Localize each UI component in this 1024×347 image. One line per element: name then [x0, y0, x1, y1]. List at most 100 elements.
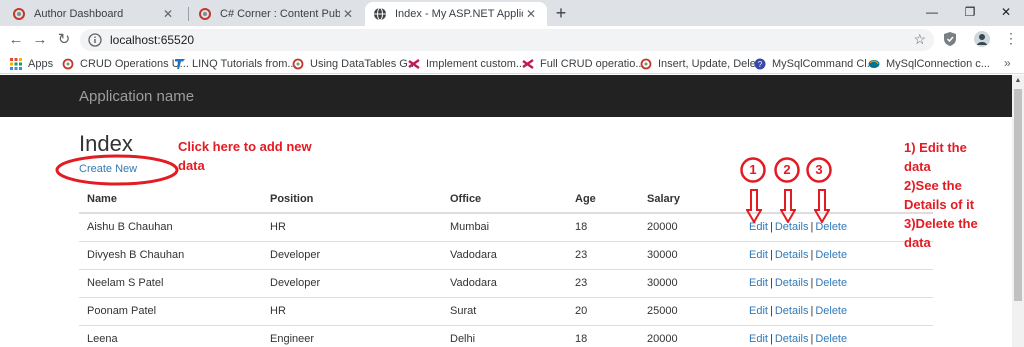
cell-office: Mumbai	[442, 212, 567, 241]
edit-link[interactable]: Edit	[749, 305, 768, 317]
table-row: Aishu B Chauhan HR Mumbai 18 20000 Edit |…	[79, 212, 933, 241]
create-new-highlight-ellipse	[55, 154, 179, 186]
column-header-salary: Salary	[639, 185, 741, 214]
new-tab-button[interactable]: +	[552, 4, 570, 22]
details-link[interactable]: Details	[775, 249, 809, 261]
cell-position: HR	[262, 296, 442, 325]
delete-link[interactable]: Delete	[815, 277, 847, 289]
minimize-icon[interactable]: —	[914, 2, 950, 22]
details-link[interactable]: Details	[775, 277, 809, 289]
restore-icon[interactable]: ❐	[952, 2, 988, 22]
shield-extension-icon[interactable]	[942, 31, 958, 47]
bookmark-star-icon[interactable]: ☆	[913, 31, 926, 48]
scroll-up-arrow-icon[interactable]: ▲	[1012, 75, 1024, 87]
bookmarks-overflow-icon[interactable]: »	[1004, 56, 1011, 70]
tab-content-publisher[interactable]: C# Corner : Content Publisher ✕	[190, 2, 364, 26]
back-arrow-icon[interactable]: ←	[6, 30, 26, 50]
bookmark-label: Insert, Update, Dele...	[658, 58, 765, 70]
bookmark-label: Using DataTables G...	[310, 58, 417, 70]
cell-salary: 20000	[639, 324, 741, 347]
bookmark-datatables[interactable]: Using DataTables G...	[292, 56, 417, 72]
address-bar[interactable]: localhost:65520 ☆	[80, 29, 934, 51]
cell-age: 18	[567, 212, 639, 241]
reload-icon[interactable]: ↻	[54, 30, 74, 50]
cell-salary: 30000	[639, 268, 741, 297]
site-navbar: Application name	[0, 75, 1012, 117]
employee-table: Name Position Office Age Salary Aishu B …	[79, 185, 933, 347]
bookmark-label: Full CRUD operatio...	[540, 58, 645, 70]
brand-link[interactable]: Application name	[79, 88, 194, 105]
bookmark-label: MySqlConnection c...	[886, 58, 990, 70]
csharp-corner-icon	[292, 58, 304, 70]
globe-icon	[374, 7, 386, 21]
delete-link[interactable]: Delete	[815, 249, 847, 261]
bookmark-mysqlconnection[interactable]: MySqlConnection c...	[868, 56, 990, 72]
csharp-corner-icon	[62, 58, 74, 70]
details-link[interactable]: Details	[775, 305, 809, 317]
edit-link[interactable]: Edit	[749, 249, 768, 261]
info-icon[interactable]	[88, 33, 102, 47]
csharp-corner-icon	[640, 58, 652, 70]
badge-number: 3	[815, 162, 823, 177]
column-header-name: Name	[79, 185, 262, 214]
mysql-icon	[868, 60, 880, 68]
bookmark-implement-custom[interactable]: Implement custom...	[408, 56, 525, 72]
annotation-line: Click here to add new	[178, 139, 312, 154]
apps-grid-icon	[10, 58, 22, 70]
tab-author-dashboard[interactable]: Author Dashboard ✕	[4, 2, 184, 26]
vertical-scrollbar[interactable]: ▲	[1012, 75, 1024, 347]
close-window-icon[interactable]: ✕	[988, 2, 1024, 22]
bookmark-linq-tutorials[interactable]: LINQ Tutorials from...	[174, 56, 297, 72]
cell-office: Surat	[442, 296, 567, 325]
tab-strip: Author Dashboard ✕ C# Corner : Content P…	[0, 0, 1024, 26]
delete-link[interactable]: Delete	[815, 333, 847, 345]
edit-link[interactable]: Edit	[749, 333, 768, 345]
cell-salary: 30000	[639, 240, 741, 269]
delete-link[interactable]: Delete	[815, 305, 847, 317]
legend-line: 1) Edit the	[904, 140, 967, 155]
delete-link[interactable]: Delete	[815, 221, 847, 233]
bookmark-insert-update[interactable]: Insert, Update, Dele...	[640, 56, 765, 72]
bookmark-mysqlcommand[interactable]: ? MySqlCommand Cl...	[754, 56, 876, 72]
profile-avatar-icon[interactable]	[974, 31, 990, 47]
cell-name: Neelam S Patel	[79, 268, 262, 297]
cell-name: Aishu B Chauhan	[79, 212, 262, 241]
scroll-thumb[interactable]	[1014, 89, 1022, 301]
csharp-corner-icon	[13, 8, 25, 20]
number-badge-2: 2	[774, 157, 800, 183]
cell-position: Developer	[262, 240, 442, 269]
edit-link[interactable]: Edit	[749, 277, 768, 289]
cell-position: Developer	[262, 268, 442, 297]
more-menu-icon[interactable]: ⋮	[1004, 30, 1018, 47]
cell-office: Delhi	[442, 324, 567, 347]
number-badge-3: 3	[806, 157, 832, 183]
close-tab-icon[interactable]: ✕	[160, 7, 176, 21]
down-arrow-icon	[780, 189, 796, 223]
close-tab-icon[interactable]: ✕	[523, 7, 539, 21]
bookmark-apps[interactable]: Apps	[10, 56, 53, 72]
close-tab-icon[interactable]: ✕	[340, 7, 356, 21]
cell-salary: 25000	[639, 296, 741, 325]
bookmark-label: Implement custom...	[426, 58, 526, 70]
bookmark-label: MySqlCommand Cl...	[772, 58, 876, 70]
tab-title: Author Dashboard	[34, 8, 124, 20]
cell-name: Divyesh B Chauhan	[79, 240, 262, 269]
bookmark-crud-operations[interactable]: CRUD Operations U...	[62, 56, 189, 72]
details-link[interactable]: Details	[775, 333, 809, 345]
url-text: localhost:65520	[110, 33, 195, 47]
cell-position: HR	[262, 212, 442, 241]
legend-line: 3)Delete the	[904, 216, 978, 231]
bookmarks-bar: Apps CRUD Operations U... LINQ Tutorials…	[0, 54, 1024, 74]
bookmark-full-crud[interactable]: Full CRUD operatio...	[522, 56, 645, 72]
bookmark-label: Apps	[28, 58, 54, 70]
legend-line: data	[904, 235, 931, 250]
details-link[interactable]: Details	[775, 221, 809, 233]
forward-arrow-icon[interactable]: →	[30, 30, 50, 50]
action-separator: |	[769, 305, 773, 317]
t-logo-icon	[175, 59, 185, 69]
table-row: Poonam Patel HR Surat 20 25000 Edit | Deta…	[79, 296, 933, 325]
tab-index-active[interactable]: Index - My ASP.NET Application ✕	[365, 2, 547, 26]
edit-link[interactable]: Edit	[749, 221, 768, 233]
column-header-age: Age	[567, 185, 639, 214]
table-row: Divyesh B Chauhan Developer Vadodara 23 …	[79, 240, 933, 269]
